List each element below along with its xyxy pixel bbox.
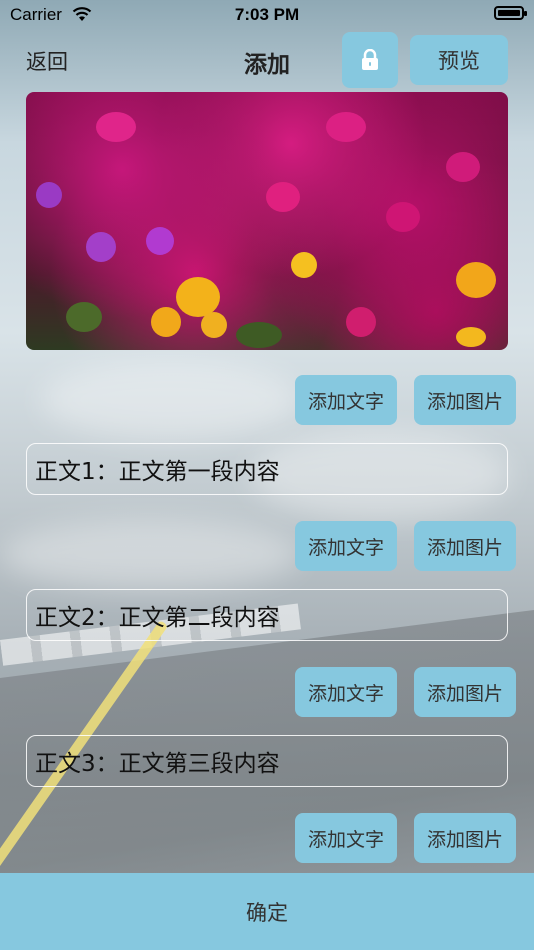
add-image-button[interactable]: 添加图片: [414, 375, 516, 425]
add-text-button[interactable]: 添加文字: [295, 667, 397, 717]
paragraph-actions: 添加文字 添加图片: [0, 375, 534, 425]
paragraph-field[interactable]: 正文2：正文第二段内容: [26, 589, 508, 641]
add-text-button[interactable]: 添加文字: [295, 813, 397, 863]
confirm-button[interactable]: 确定: [0, 873, 534, 950]
cover-image[interactable]: [26, 92, 508, 350]
paragraph-actions: 添加文字 添加图片: [0, 667, 534, 717]
lock-icon: [362, 49, 378, 70]
add-text-button[interactable]: 添加文字: [295, 521, 397, 571]
add-text-button[interactable]: 添加文字: [295, 375, 397, 425]
add-image-button[interactable]: 添加图片: [414, 813, 516, 863]
preview-button[interactable]: 预览: [410, 35, 508, 85]
paragraph-text: 正文3：正文第三段内容: [35, 751, 280, 777]
paragraph-text: 正文1：正文第一段内容: [35, 459, 280, 485]
battery-icon: [494, 6, 527, 20]
paragraph-text: 正文2：正文第二段内容: [35, 605, 280, 631]
lock-button[interactable]: [342, 32, 398, 88]
status-bar: Carrier 7:03 PM: [0, 0, 534, 30]
status-time: 7:03 PM: [234, 5, 300, 24]
add-image-button[interactable]: 添加图片: [414, 667, 516, 717]
add-image-button[interactable]: 添加图片: [414, 521, 516, 571]
navigation-bar: 返回 添加 预览: [0, 30, 534, 90]
paragraph-field[interactable]: 正文3：正文第三段内容: [26, 735, 508, 787]
paragraph-actions: 添加文字 添加图片: [0, 521, 534, 571]
paragraph-field[interactable]: 正文1：正文第一段内容: [26, 443, 508, 495]
paragraph-actions: 添加文字 添加图片: [0, 813, 534, 863]
